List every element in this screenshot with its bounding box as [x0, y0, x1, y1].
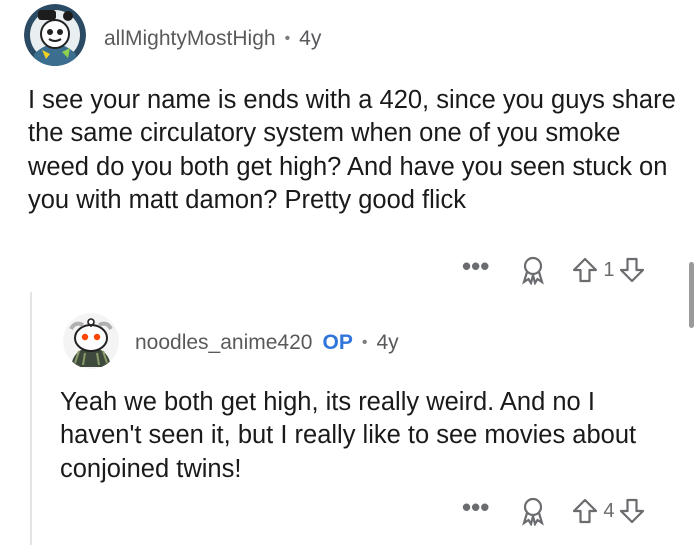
- comment-actions: ••• 1: [462, 253, 648, 286]
- comment-body: I see your name is ends with a 420, sinc…: [28, 86, 676, 214]
- meta-separator: •: [361, 334, 368, 351]
- scrollbar[interactable]: [689, 262, 694, 328]
- reply-username[interactable]: noodles_anime420: [135, 331, 312, 355]
- user-avatar-icon: [63, 313, 119, 369]
- downvote-arrow-icon[interactable]: [616, 254, 648, 286]
- reply-age: 4y: [376, 331, 399, 354]
- avatar[interactable]: [24, 4, 86, 66]
- upvote-arrow-icon[interactable]: [569, 495, 601, 527]
- meta-separator: •: [284, 30, 291, 47]
- reply-avatar[interactable]: [63, 313, 119, 369]
- thread-line[interactable]: [30, 292, 32, 545]
- vote-count: 4: [603, 499, 615, 522]
- upvote-arrow-icon[interactable]: [569, 254, 601, 286]
- more-options-button[interactable]: •••: [462, 494, 489, 520]
- reply-actions: ••• 4: [462, 494, 648, 527]
- vote-count: 1: [603, 258, 615, 281]
- comment-age: 4y: [299, 27, 322, 50]
- reply-body: Yeah we both get high, its really weird.…: [60, 388, 637, 483]
- reply-meta: noodles_anime420 OP • 4y: [135, 331, 399, 355]
- user-avatar-icon: [24, 4, 86, 66]
- op-badge: OP: [322, 331, 353, 354]
- comment-meta: allMightyMostHigh • 4y: [104, 27, 321, 51]
- downvote-arrow-icon[interactable]: [616, 495, 648, 527]
- award-icon[interactable]: [517, 254, 549, 286]
- more-options-button[interactable]: •••: [462, 253, 489, 279]
- comment-username[interactable]: allMightyMostHigh: [104, 27, 276, 51]
- award-icon[interactable]: [517, 495, 549, 527]
